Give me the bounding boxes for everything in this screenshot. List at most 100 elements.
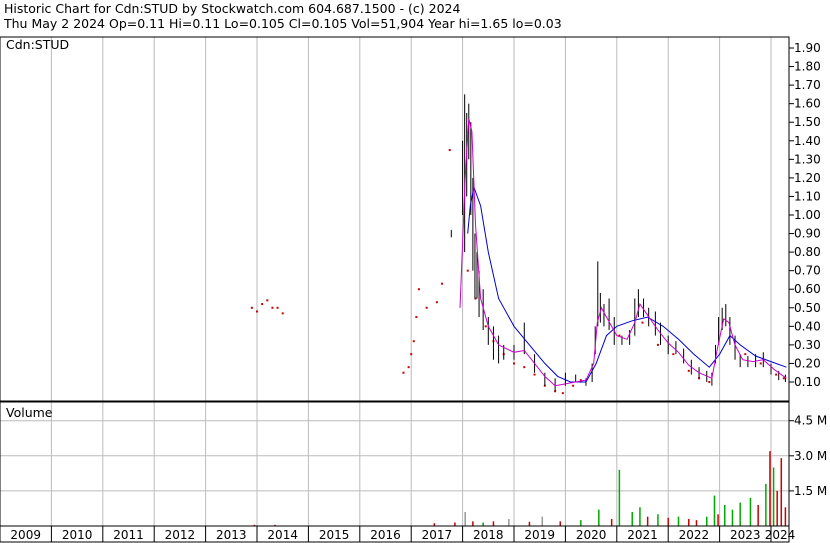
volume-bar (541, 516, 544, 526)
price-tick-label: 1.40 (794, 134, 821, 148)
volume-bar (618, 469, 621, 526)
price-dot (407, 366, 410, 369)
volume-bar (713, 495, 716, 526)
price-dot (782, 377, 785, 380)
volume-axis: 4.5 M 3.0 M 1.5 M (789, 414, 827, 498)
volume-bar (749, 497, 752, 526)
year-label: 2023 (730, 528, 761, 542)
year-label: 2010 (62, 528, 93, 542)
price-panel-frame (0, 36, 790, 402)
year-label: 2015 (319, 528, 350, 542)
volume-bar (757, 504, 759, 526)
volume-tick-label: 1.5 M (794, 484, 827, 498)
price-dot (250, 306, 253, 309)
price-dot (641, 321, 644, 324)
year-label: 2022 (679, 528, 710, 542)
price-dot (441, 282, 444, 285)
price-dot (417, 288, 420, 291)
price-axis: 1.90 1.80 1.70 1.60 1.50 1.40 1.30 1.20 1.10 1.00… (789, 41, 821, 389)
volume-bar (695, 520, 698, 526)
year-axis: 2009 2010 2011 2012 2013 2014 2015 2016 2017 2018… (10, 526, 795, 542)
year-label: 2019 (524, 528, 555, 542)
volume-bar (472, 521, 474, 526)
volume-bar (454, 522, 456, 526)
price-dot (744, 353, 747, 356)
price-tick-label: 1.20 (794, 171, 821, 185)
price-dot (466, 269, 469, 272)
volume-bar (464, 511, 466, 526)
volume-label: Volume (6, 405, 53, 420)
price-dot (402, 371, 405, 374)
year-label: 2013 (216, 528, 247, 542)
price-tick-label: 1.90 (794, 41, 821, 55)
volume-bar (646, 516, 649, 526)
volume-bar (598, 509, 600, 526)
moving-averages (459, 118, 787, 387)
price-dot (687, 369, 690, 372)
year-label: 2018 (473, 528, 504, 542)
volume-grid (0, 402, 789, 526)
year-label: 2017 (422, 528, 453, 542)
volume-bar (610, 518, 613, 526)
volume-bar (765, 483, 767, 526)
year-label: 2021 (627, 528, 658, 542)
volume-bar (688, 518, 690, 526)
volume-bar (769, 451, 771, 526)
price-dot (435, 301, 438, 304)
price-tick-label: 0.90 (794, 227, 821, 241)
price-dot (513, 362, 516, 365)
price-tick-label: 1.00 (794, 208, 821, 222)
volume-bar (631, 511, 633, 526)
volume-bar (528, 521, 531, 526)
volume-bar (492, 521, 495, 526)
volume-bar (667, 517, 669, 526)
volume-bar (580, 520, 582, 526)
volume-bar (559, 521, 562, 526)
volume-bars (253, 451, 787, 526)
price-dots (250, 149, 785, 395)
price-dot (656, 343, 659, 346)
price-tick-label: 0.10 (794, 375, 821, 389)
volume-tick-label: 3.0 M (794, 449, 827, 463)
price-dot (412, 340, 415, 343)
price-grid (50, 37, 772, 401)
year-label: 2011 (113, 528, 144, 542)
price-tick-label: 0.30 (794, 338, 821, 352)
volume-bar (784, 507, 787, 526)
fast-moving-average (459, 118, 787, 387)
price-tick-label: 0.70 (794, 264, 821, 278)
volume-bar (677, 516, 680, 526)
price-dot (281, 312, 284, 315)
volume-tick-label: 4.5 M (794, 414, 827, 428)
price-tick-label: 1.70 (794, 78, 821, 92)
volume-bar (731, 509, 734, 526)
price-dot (425, 306, 428, 309)
price-tick-label: 0.20 (794, 356, 821, 370)
price-dot (415, 316, 418, 319)
volume-bar (508, 518, 510, 526)
price-dot (523, 366, 526, 369)
year-label: 2012 (165, 528, 196, 542)
price-dot (775, 373, 778, 376)
price-tick-label: 0.60 (794, 282, 821, 296)
volume-bar (717, 514, 719, 526)
volume-bar (723, 504, 726, 526)
price-dot (410, 353, 413, 356)
price-tick-label: 0.40 (794, 319, 821, 333)
volume-bar (780, 458, 783, 526)
volume-bar (639, 507, 641, 526)
price-dot (484, 325, 487, 328)
symbol-label: Cdn:STUD (6, 37, 70, 52)
year-label: 2016 (370, 528, 401, 542)
price-tick-label: 1.50 (794, 115, 821, 129)
price-dot (708, 381, 711, 383)
price-tick-label: 1.30 (794, 152, 821, 166)
price-dot (672, 353, 675, 356)
volume-bar (657, 514, 659, 526)
stock-chart: 1.90 1.80 1.70 1.60 1.50 1.40 1.30 1.20 1.10 1.00… (0, 36, 827, 543)
year-label: 2020 (576, 528, 607, 542)
volume-bar (739, 502, 741, 526)
year-label: 2024 (765, 528, 796, 542)
year-label: 2009 (10, 528, 41, 542)
volume-bar (706, 516, 708, 526)
